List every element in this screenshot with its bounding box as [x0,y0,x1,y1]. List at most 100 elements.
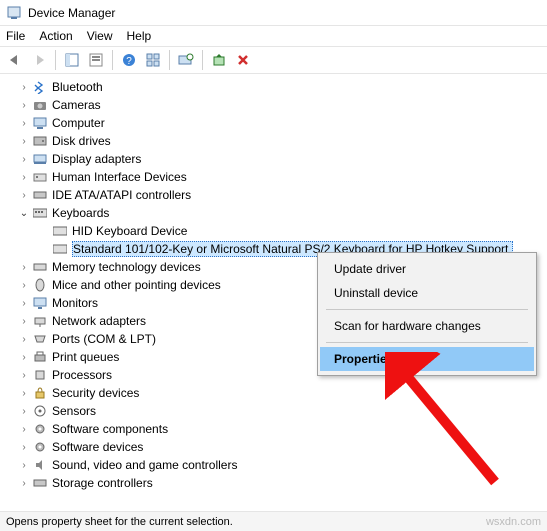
ide-icon [32,187,48,203]
chevron-right-icon[interactable]: › [18,387,30,399]
chevron-right-icon[interactable]: › [18,459,30,471]
spacer [38,243,50,255]
chevron-right-icon[interactable]: › [18,297,30,309]
tree-label: Software devices [52,440,143,454]
memory-icon [32,259,48,275]
menu-bar: File Action View Help [0,26,547,46]
status-bar: Opens property sheet for the current sel… [0,511,547,531]
show-hide-tree-button[interactable] [61,49,83,71]
back-button[interactable] [4,49,26,71]
tree-label: Bluetooth [52,80,103,94]
keyboard-icon [52,223,68,239]
uninstall-toolbar-button[interactable] [232,49,254,71]
chevron-right-icon[interactable]: › [18,423,30,435]
chevron-right-icon[interactable]: › [18,351,30,363]
menu-help[interactable]: Help [127,29,152,43]
tree-node-display[interactable]: › Display adapters [18,150,547,168]
update-driver-toolbar-button[interactable] [208,49,230,71]
tree-node-security[interactable]: ›Security devices [18,384,547,402]
context-uninstall-device[interactable]: Uninstall device [320,281,534,305]
hid-icon [32,169,48,185]
menu-action[interactable]: Action [39,29,72,43]
toolbar-separator [169,50,170,70]
chevron-right-icon[interactable]: › [18,117,30,129]
tree-label: Memory technology devices [52,260,201,274]
tree-node-hid-keyboard[interactable]: HID Keyboard Device [38,222,547,240]
tree-label: Human Interface Devices [52,170,187,184]
forward-button[interactable] [28,49,50,71]
chevron-right-icon[interactable]: › [18,261,30,273]
tree-node-bluetooth[interactable]: › Bluetooth [18,78,547,96]
display-adapter-icon [32,151,48,167]
tree-label: Monitors [52,296,98,310]
sensor-icon [32,403,48,419]
port-icon [32,331,48,347]
tree-node-disk[interactable]: › Disk drives [18,132,547,150]
speaker-icon [32,457,48,473]
status-text: Opens property sheet for the current sel… [6,516,233,528]
tree-label: Print queues [52,350,119,364]
chevron-right-icon[interactable]: › [18,441,30,453]
app-icon [6,5,22,21]
chevron-right-icon[interactable]: › [18,279,30,291]
tree-label: Keyboards [52,206,109,220]
tree-label: Processors [52,368,112,382]
tree-node-computer[interactable]: › Computer [18,114,547,132]
chevron-right-icon[interactable]: › [18,315,30,327]
title-bar: Device Manager [0,0,547,26]
chevron-right-icon[interactable]: › [18,81,30,93]
tree-node-system[interactable]: ›System devices [18,492,547,494]
toolbar: ? [0,46,547,74]
toolbar-separator [112,50,113,70]
printer-icon [32,349,48,365]
chevron-right-icon[interactable]: › [18,171,30,183]
gear-icon [32,421,48,437]
grid-view-button[interactable] [142,49,164,71]
window-title: Device Manager [28,6,115,20]
tree-node-sound[interactable]: › Sound, video and game controllers [18,456,547,474]
menu-view[interactable]: View [87,29,113,43]
scan-hardware-button[interactable] [175,49,197,71]
spacer [38,225,50,237]
tree-node-cameras[interactable]: ›Cameras [18,96,547,114]
context-properties[interactable]: Properties [320,347,534,371]
context-update-driver[interactable]: Update driver [320,257,534,281]
disk-icon [32,133,48,149]
tree-node-keyboards[interactable]: ⌄ Keyboards [18,204,547,222]
tree-label: Display adapters [52,152,141,166]
tree-label: Disk drives [52,134,111,148]
context-scan-hardware[interactable]: Scan for hardware changes [320,314,534,338]
network-icon [32,313,48,329]
help-button[interactable]: ? [118,49,140,71]
chevron-right-icon[interactable]: › [18,153,30,165]
chevron-down-icon[interactable]: ⌄ [18,207,30,219]
chevron-right-icon[interactable]: › [18,477,30,489]
chevron-right-icon[interactable]: › [18,189,30,201]
tree-node-storage[interactable]: › Storage controllers [18,474,547,492]
tree-node-softdev[interactable]: › Software devices [18,438,547,456]
tree-label: Software components [52,422,168,436]
tree-label: Ports (COM & LPT) [52,332,156,346]
menu-file[interactable]: File [6,29,25,43]
tree-label: Sound, video and game controllers [52,458,237,472]
tree-label: HID Keyboard Device [72,224,187,238]
tree-label: Storage controllers [52,476,153,490]
properties-toolbar-button[interactable] [85,49,107,71]
chevron-right-icon[interactable]: › [18,135,30,147]
system-icon [32,493,48,494]
chevron-right-icon[interactable]: › [18,405,30,417]
svg-text:?: ? [126,56,132,67]
tree-node-softcomp[interactable]: › Software components [18,420,547,438]
chevron-right-icon[interactable]: › [18,333,30,345]
toolbar-separator [55,50,56,70]
keyboard-icon [32,205,48,221]
tree-node-hid[interactable]: › Human Interface Devices [18,168,547,186]
gear-icon [32,439,48,455]
context-menu: Update driver Uninstall device Scan for … [317,252,537,376]
tree-node-sensors[interactable]: ›Sensors [18,402,547,420]
computer-icon [32,115,48,131]
chevron-right-icon[interactable]: › [18,369,30,381]
tree-node-ide[interactable]: ›IDE ATA/ATAPI controllers [18,186,547,204]
chevron-right-icon[interactable]: › [18,99,30,111]
tree-label: Computer [52,116,105,130]
